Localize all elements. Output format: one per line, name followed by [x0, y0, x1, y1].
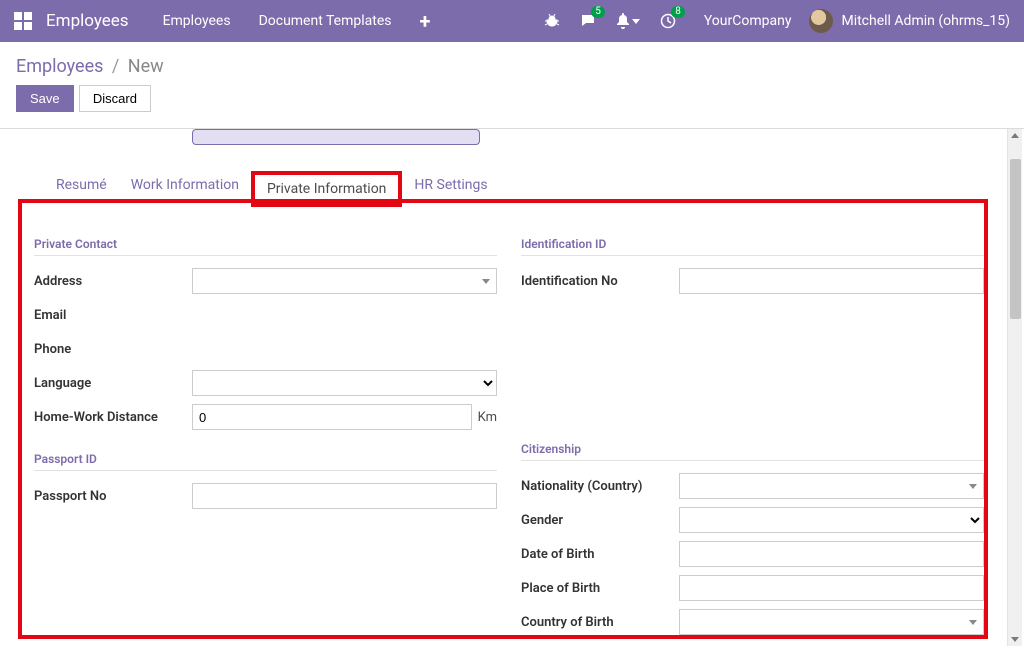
label-nationality: Nationality (Country): [521, 479, 679, 494]
save-button[interactable]: Save: [16, 85, 74, 112]
label-language: Language: [34, 376, 192, 391]
user-menu[interactable]: Mitchell Admin (ohrms_15): [841, 13, 1010, 29]
messages-icon[interactable]: 5: [580, 13, 596, 29]
label-place-of-birth: Place of Birth: [521, 581, 679, 596]
label-gender: Gender: [521, 513, 679, 528]
scroll-up-icon[interactable]: [1011, 133, 1019, 138]
nav-employees[interactable]: Employees: [163, 13, 231, 29]
partial-field-above[interactable]: [192, 129, 480, 145]
discard-button[interactable]: Discard: [79, 85, 151, 112]
notebook-tabs: Resumé Work Information Private Informat…: [44, 171, 500, 207]
topbar: Employees Employees Document Templates +…: [0, 0, 1024, 42]
label-home-work-distance: Home-Work Distance: [34, 410, 192, 425]
apps-icon[interactable]: [14, 12, 32, 30]
breadcrumb: Employees / New: [16, 56, 1008, 77]
app-title: Employees: [46, 11, 129, 31]
form-view: Resumé Work Information Private Informat…: [0, 128, 1024, 646]
messages-badge: 5: [591, 6, 605, 18]
label-identification-no: Identification No: [521, 274, 679, 289]
section-private-contact: Private Contact: [34, 219, 497, 256]
activity-icon[interactable]: 8: [660, 13, 676, 29]
company-switcher[interactable]: YourCompany: [704, 13, 792, 29]
label-date-of-birth: Date of Birth: [521, 547, 679, 562]
address-field[interactable]: [192, 268, 497, 294]
country-of-birth-field[interactable]: [679, 609, 984, 635]
notifications-icon[interactable]: [616, 13, 640, 29]
activity-badge: 8: [671, 6, 685, 18]
home-work-distance-field[interactable]: [192, 404, 472, 430]
chevron-down-icon: [482, 279, 490, 284]
label-address: Address: [34, 274, 192, 289]
date-of-birth-field[interactable]: [679, 541, 984, 567]
passport-no-field[interactable]: [192, 483, 497, 509]
nav-document-templates[interactable]: Document Templates: [259, 13, 392, 29]
scroll-down-icon[interactable]: [1011, 637, 1019, 642]
tab-private-information[interactable]: Private Information: [251, 171, 402, 207]
nationality-field[interactable]: [679, 473, 984, 499]
place-of-birth-field[interactable]: [679, 575, 984, 601]
control-panel: Employees / New Save Discard: [0, 42, 1024, 118]
scrollbar[interactable]: [1007, 129, 1022, 646]
breadcrumb-current: New: [128, 56, 164, 77]
bug-icon[interactable]: [544, 13, 560, 29]
label-passport-no: Passport No: [34, 489, 192, 504]
gender-select[interactable]: [679, 507, 984, 533]
chevron-down-icon: [632, 19, 640, 24]
section-passport: Passport ID: [34, 434, 497, 471]
distance-unit: Km: [478, 410, 497, 425]
breadcrumb-root[interactable]: Employees: [16, 56, 103, 77]
label-country-of-birth: Country of Birth: [521, 615, 679, 630]
tab-work-information[interactable]: Work Information: [119, 171, 251, 207]
language-select[interactable]: [192, 370, 497, 396]
avatar: [809, 9, 833, 33]
section-identification: Identification ID: [521, 219, 984, 256]
chevron-down-icon: [969, 620, 977, 625]
add-menu-icon[interactable]: +: [419, 11, 430, 31]
section-citizenship: Citizenship: [521, 424, 984, 461]
breadcrumb-separator: /: [112, 56, 119, 77]
label-phone: Phone: [34, 342, 192, 357]
identification-no-field[interactable]: [679, 268, 984, 294]
tab-resume[interactable]: Resumé: [44, 171, 119, 207]
scroll-thumb[interactable]: [1010, 159, 1021, 319]
chevron-down-icon: [969, 484, 977, 489]
tab-hr-settings[interactable]: HR Settings: [402, 171, 499, 207]
label-email: Email: [34, 308, 192, 323]
